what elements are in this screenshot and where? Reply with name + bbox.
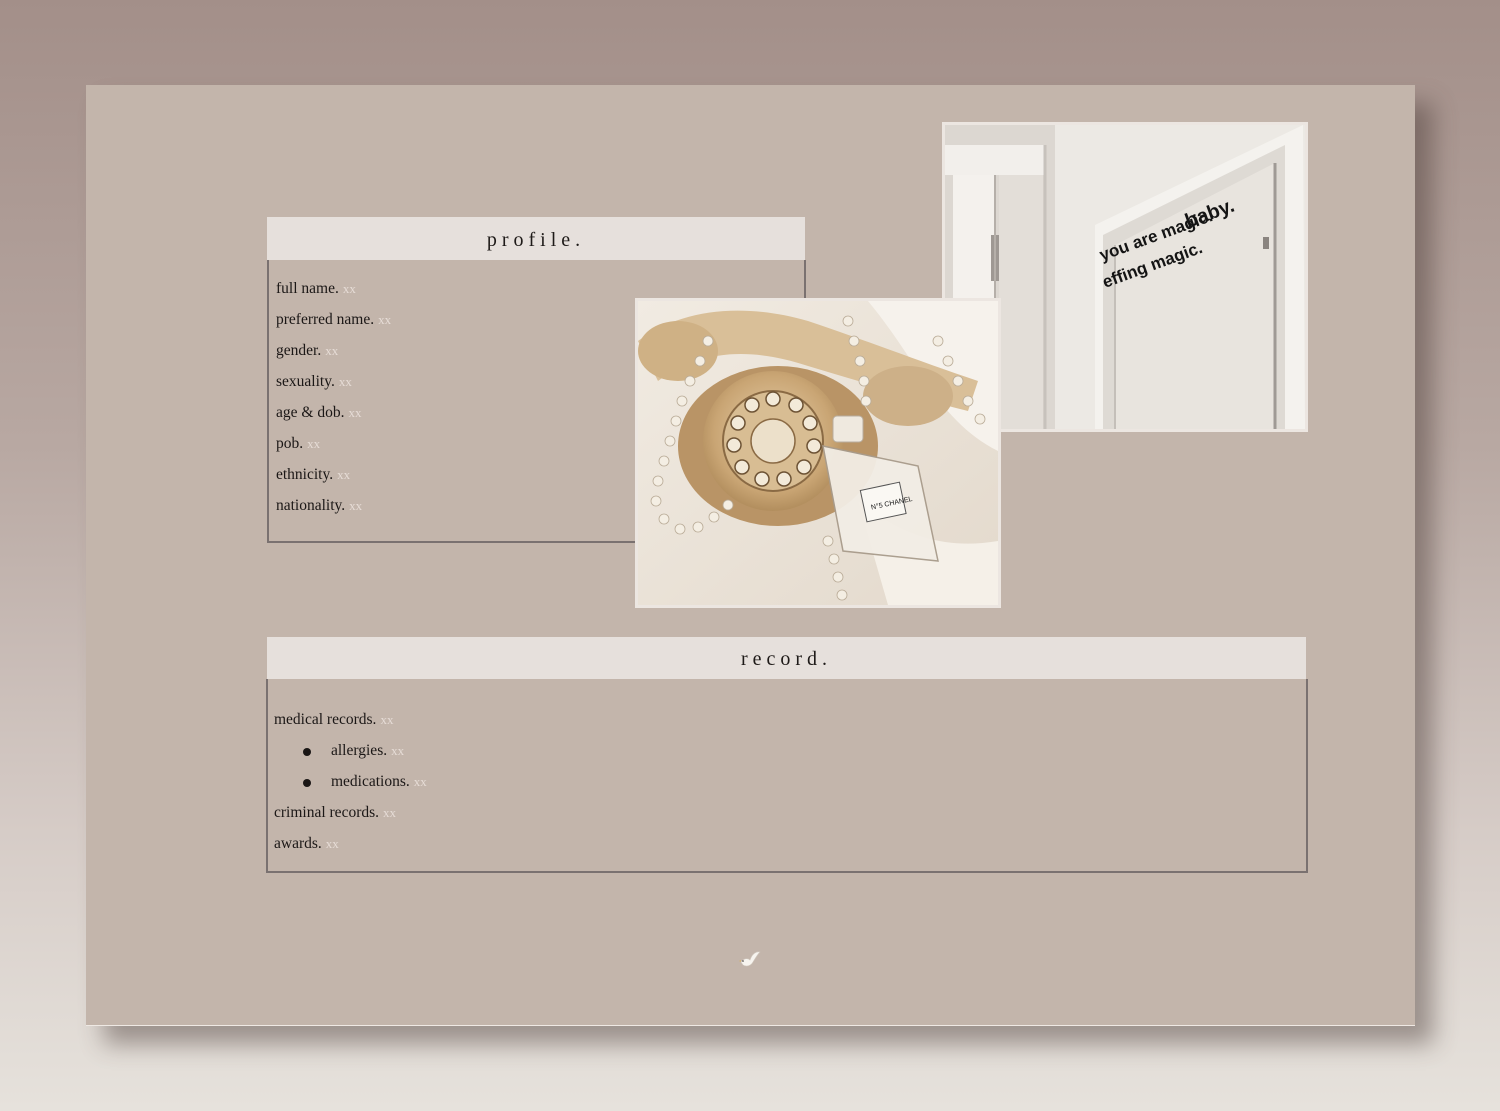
dove-icon[interactable] xyxy=(739,950,761,970)
bullet-icon xyxy=(303,748,311,756)
field-label: age & dob. xyxy=(276,404,345,421)
record-criminal: criminal records. xx xyxy=(274,804,396,822)
field-label: ethnicity. xyxy=(276,466,334,483)
field-value: xx xyxy=(378,312,392,327)
field-ethnicity: ethnicity. xx xyxy=(276,466,350,484)
field-value: xx xyxy=(338,374,352,389)
record-title: record. xyxy=(740,648,833,670)
bullet-icon xyxy=(303,779,311,787)
record-label: medications. xyxy=(331,773,410,790)
field-value: xx xyxy=(342,281,356,296)
profile-header: profile. xyxy=(267,217,805,260)
field-label: nationality. xyxy=(276,497,346,514)
record-header: record. xyxy=(267,637,1306,679)
record-medical: medical records. xx xyxy=(274,711,393,729)
field-full-name: full name. xx xyxy=(276,280,356,298)
profile-title: profile. xyxy=(486,229,586,251)
record-allergies: allergies. xx xyxy=(331,742,404,760)
field-preferred-name: preferred name. xx xyxy=(276,311,391,329)
record-label: medical records. xyxy=(274,711,377,728)
field-value: xx xyxy=(325,343,339,358)
field-gender: gender. xx xyxy=(276,342,338,360)
record-value: xx xyxy=(413,774,427,789)
record-awards: awards. xx xyxy=(274,835,339,853)
field-pob: pob. xx xyxy=(276,435,320,453)
field-label: gender. xyxy=(276,342,322,359)
record-medications: medications. xx xyxy=(331,773,427,791)
field-label: preferred name. xyxy=(276,311,375,328)
record-value: xx xyxy=(383,805,397,820)
field-label: full name. xyxy=(276,280,339,297)
field-nationality: nationality. xx xyxy=(276,497,362,515)
record-value: xx xyxy=(325,836,339,851)
record-value: xx xyxy=(380,712,394,727)
field-value: xx xyxy=(337,467,351,482)
field-age-dob: age & dob. xx xyxy=(276,404,361,422)
field-value: xx xyxy=(307,436,321,451)
telephone-perfume-photo: N°5 CHANEL xyxy=(635,298,1001,608)
record-label: allergies. xyxy=(331,742,388,759)
telephone-illustration: N°5 CHANEL xyxy=(638,301,998,605)
record-label: criminal records. xyxy=(274,804,380,821)
field-label: sexuality. xyxy=(276,373,335,390)
field-sexuality: sexuality. xx xyxy=(276,373,352,391)
field-label: pob. xyxy=(276,435,304,452)
field-value: xx xyxy=(348,405,362,420)
record-label: awards. xyxy=(274,835,322,852)
record-value: xx xyxy=(391,743,405,758)
field-value: xx xyxy=(349,498,363,513)
